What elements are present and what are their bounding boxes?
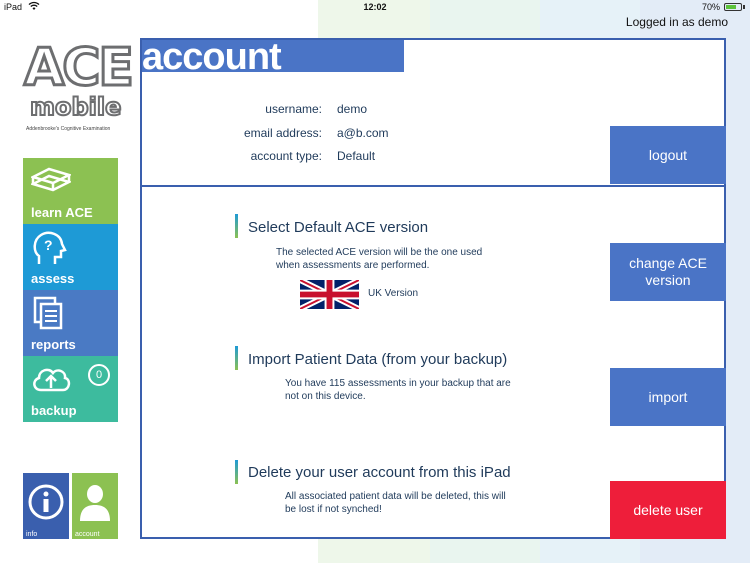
nav-backup[interactable]: 0 backup [23,356,118,422]
change-ace-version-button[interactable]: change ACE version [610,243,726,301]
ace-version-value: UK Version [368,288,419,299]
account-panel: account username: demo email address: a@… [140,36,726,539]
user-icon [80,485,110,521]
section-accent [235,346,238,370]
cloud-upload-icon [33,368,71,392]
battery-percent: 70% [701,2,720,12]
logout-button[interactable]: logout [610,126,726,184]
svg-text:?: ? [44,237,53,253]
battery-tip [743,5,745,9]
info-icon [28,484,64,520]
import-desc-line: You have 115 assessments in your backup … [285,378,511,389]
uk-flag-icon [300,280,359,309]
change-ace-label-line: version [645,272,691,288]
logo-mobile-text: mobile [29,93,122,121]
email-value: a@b.com [337,126,389,140]
nav-assess-label: assess [31,271,75,286]
ace-version-title: Select Default ACE version [248,219,429,236]
clock: 12:02 [363,2,387,12]
documents-icon [33,296,63,330]
nav-account[interactable]: account [72,473,118,539]
nav-backup-label: backup [31,403,77,418]
section-accent [235,214,238,238]
username-label: username: [265,102,322,116]
page-title: account [142,36,282,78]
account-type-label: account type: [250,149,322,163]
ace-version-description: The selected ACE version will be the one… [276,246,482,272]
head-question-icon: ? [33,231,67,264]
nav-reports[interactable]: reports [23,290,118,356]
battery-icon [724,3,742,11]
logged-in-label: Logged in as demo [625,15,728,29]
nav-account-label: account [75,531,100,538]
delete-title: Delete your user account from this iPad [248,464,511,481]
app-logo: ACE mobile Addenbrooke's Cognitive Exami… [22,39,136,135]
account-type-value: Default [337,149,376,163]
import-description: You have 115 assessments in your backup … [285,377,511,403]
nav-learn-label: learn ACE [31,205,93,220]
backup-count-badge: 0 [88,364,110,386]
section-divider [142,185,724,187]
nav-assess[interactable]: ? assess [23,224,118,290]
delete-desc-line: All associated patient data will be dele… [285,491,506,502]
nav-reports-label: reports [31,337,76,352]
import-desc-line: not on this device. [285,391,366,402]
delete-user-button[interactable]: delete user [610,481,726,539]
email-label: email address: [243,126,322,140]
delete-description: All associated patient data will be dele… [285,490,506,516]
delete-desc-line: be lost if not synched! [285,504,382,515]
import-button[interactable]: import [610,368,726,426]
status-bar: iPad 12:02 70% [0,0,750,16]
username-value: demo [337,102,368,116]
logo-subtitle: Addenbrooke's Cognitive Examination [26,126,111,132]
nav-learn-ace[interactable]: learn ACE [23,158,118,224]
change-ace-label-line: change ACE [629,255,707,271]
nav-info[interactable]: info [23,473,69,539]
import-title: Import Patient Data (from your backup) [248,351,508,368]
books-icon [31,167,71,192]
ace-version-desc-line: when assessments are performed. [276,260,430,271]
nav-info-label: info [26,531,38,538]
section-accent [235,460,238,484]
logo-ace-text: ACE [23,38,136,98]
ace-version-desc-line: The selected ACE version will be the one… [276,247,483,258]
